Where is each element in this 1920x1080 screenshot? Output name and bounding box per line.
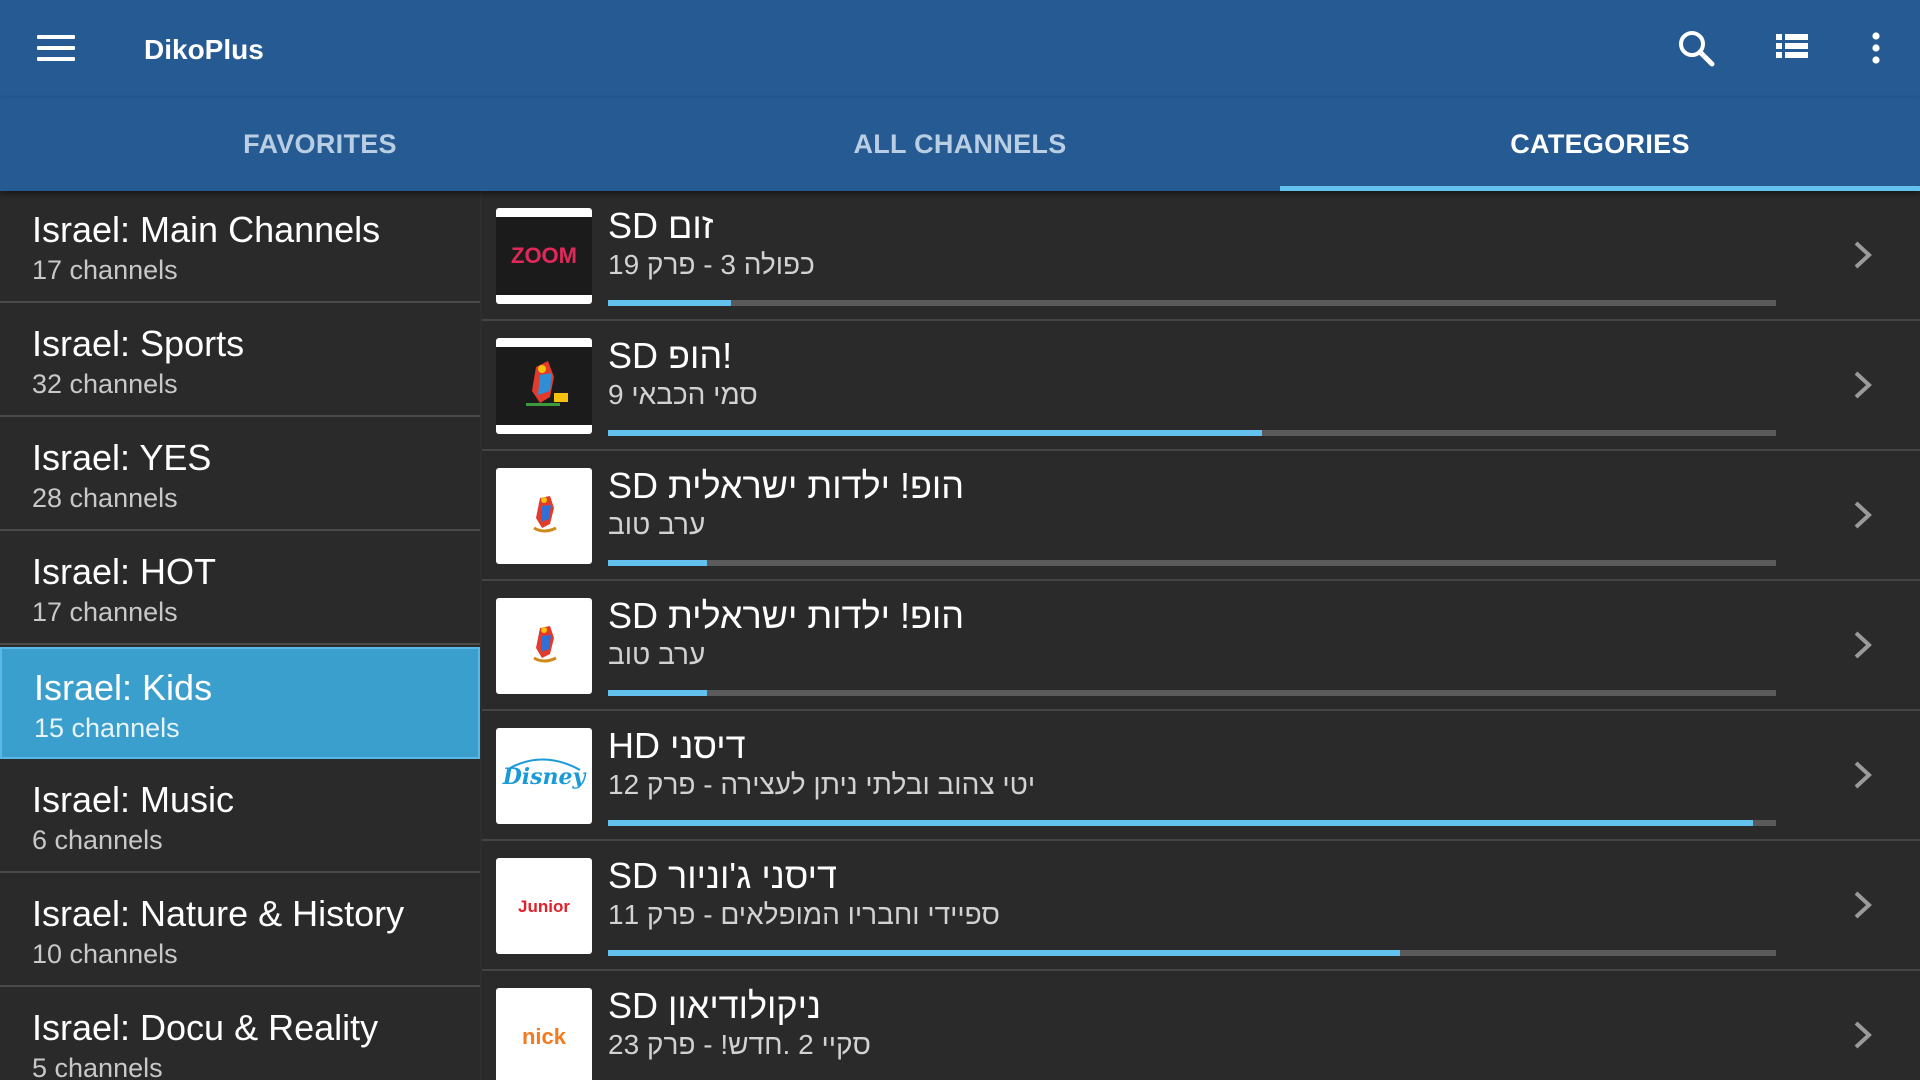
category-count: 17 channels	[32, 597, 178, 627]
category-item[interactable]: Israel: Nature & History 10 channels	[0, 875, 480, 987]
category-item[interactable]: Israel: HOT 17 channels	[0, 533, 480, 645]
channel-progress	[608, 690, 1776, 696]
active-tab-indicator	[1280, 186, 1920, 191]
channel-row[interactable]: ZOOM SD זום כפולה 3 - פרק 19	[482, 191, 1920, 321]
channel-now-playing: סקיי 2 .חדש! - פרק 23	[608, 1029, 871, 1060]
channel-name: SD הופ!	[608, 335, 733, 376]
channel-now-playing: ערב טוב	[608, 509, 706, 540]
category-item-selected[interactable]: Israel: Kids 15 channels	[0, 647, 480, 759]
channel-logo-text: Junior	[518, 897, 570, 916]
category-count: 10 channels	[32, 939, 178, 969]
category-count: 15 channels	[34, 713, 180, 743]
category-name: Israel: Main Channels	[32, 209, 381, 250]
category-item[interactable]: Israel: Main Channels 17 channels	[0, 191, 480, 303]
channel-logo: nick	[496, 988, 592, 1080]
channel-logo: ZOOM	[496, 208, 592, 304]
category-item[interactable]: Israel: Sports 32 channels	[0, 305, 480, 417]
channel-progress-fill	[608, 950, 1400, 956]
category-count: 32 channels	[32, 369, 178, 399]
channel-logo-text: nick	[522, 1024, 567, 1049]
channel-progress	[608, 820, 1776, 826]
channel-progress	[608, 430, 1776, 436]
channel-now-playing: יטי צהוב ובלתי ניתן לעצירה - פרק 12	[608, 769, 1036, 800]
channel-name: SD הופ! ילדות ישראלית	[608, 465, 965, 506]
category-count: 17 channels	[32, 255, 178, 285]
category-name: Israel: Kids	[34, 667, 213, 708]
channel-progress-fill	[608, 430, 1263, 436]
channel-name: SD דיסני ג'וניור	[608, 855, 837, 896]
search-icon[interactable]	[1668, 22, 1724, 74]
tab-all-channels[interactable]: ALL CHANNELS	[640, 98, 1280, 191]
category-item[interactable]: Israel: Music 6 channels	[0, 761, 480, 873]
channel-logo: Disney	[496, 728, 592, 824]
channel-logo	[496, 338, 592, 434]
channel-logo-text: ZOOM	[511, 243, 577, 268]
list-view-icon[interactable]	[1764, 22, 1820, 74]
chevron-right-icon[interactable]	[1842, 235, 1882, 275]
channel-row[interactable]: Disney HD דיסני יטי צהוב ובלתי ניתן לעצי…	[482, 711, 1920, 841]
category-count: 5 channels	[32, 1053, 163, 1080]
category-item[interactable]: Israel: YES 28 channels	[0, 419, 480, 531]
channel-list[interactable]: ZOOM SD זום כפולה 3 - פרק 19 SD הופ! סמי…	[482, 191, 1920, 1080]
channel-logo	[496, 468, 592, 564]
category-list[interactable]: Israel: Main Channels 17 channels Israel…	[0, 191, 480, 1080]
channel-logo: Junior	[496, 858, 592, 954]
chevron-right-icon[interactable]	[1842, 885, 1882, 925]
channel-progress	[608, 950, 1776, 956]
channel-name: SD זום	[608, 205, 714, 246]
channel-name: SD הופ! ילדות ישראלית	[608, 595, 965, 636]
chevron-right-icon[interactable]	[1842, 495, 1882, 535]
channel-row[interactable]: Junior SD דיסני ג'וניור ספיידי וחבריו המ…	[482, 841, 1920, 971]
channel-progress	[608, 560, 1776, 566]
channel-progress-fill	[608, 300, 731, 306]
channel-logo	[496, 598, 592, 694]
channel-name: HD דיסני	[608, 725, 746, 766]
category-name: Israel: Music	[32, 779, 235, 820]
channel-progress	[608, 300, 1776, 306]
channel-now-playing: ערב טוב	[608, 639, 706, 670]
channel-now-playing: ספיידי וחבריו המופלאים - פרק 11	[608, 899, 1000, 930]
channel-name: SD ניקולודיאון	[608, 985, 821, 1026]
chevron-right-icon[interactable]	[1842, 1015, 1882, 1055]
category-name: Israel: Sports	[32, 323, 245, 364]
category-name: Israel: YES	[32, 437, 212, 478]
tab-categories[interactable]: CATEGORIES	[1280, 98, 1920, 191]
channel-progress-fill	[608, 560, 708, 566]
more-vertical-icon[interactable]	[1848, 22, 1904, 74]
channel-row[interactable]: SD הופ! ילדות ישראלית ערב טוב	[482, 451, 1920, 581]
tab-favorites[interactable]: FAVORITES	[0, 98, 640, 191]
chevron-right-icon[interactable]	[1842, 755, 1882, 795]
channel-now-playing: סמי הכבאי 9	[608, 379, 758, 410]
category-count: 6 channels	[32, 825, 163, 855]
app-title: DikoPlus	[144, 34, 264, 65]
chevron-right-icon[interactable]	[1842, 365, 1882, 405]
channel-row[interactable]: nick SD ניקולודיאון סקיי 2 .חדש! - פרק 2…	[482, 971, 1920, 1080]
tab-bar: FAVORITES ALL CHANNELS CATEGORIES	[0, 98, 1920, 191]
category-name: Israel: HOT	[32, 551, 217, 592]
category-name: Israel: Nature & History	[32, 893, 405, 934]
category-name: Israel: Docu & Reality	[32, 1007, 379, 1048]
category-count: 28 channels	[32, 483, 178, 513]
channel-row[interactable]: SD הופ! סמי הכבאי 9	[482, 321, 1920, 451]
app-bar: DikoPlus	[0, 0, 1920, 98]
chevron-right-icon[interactable]	[1842, 625, 1882, 665]
hamburger-menu-icon[interactable]	[24, 22, 88, 74]
category-item[interactable]: Israel: Docu & Reality 5 channels	[0, 989, 480, 1080]
channel-row[interactable]: SD הופ! ילדות ישראלית ערב טוב	[482, 581, 1920, 711]
channel-progress-fill	[608, 690, 708, 696]
channel-now-playing: כפולה 3 - פרק 19	[608, 249, 815, 280]
channel-progress-fill	[608, 820, 1753, 826]
